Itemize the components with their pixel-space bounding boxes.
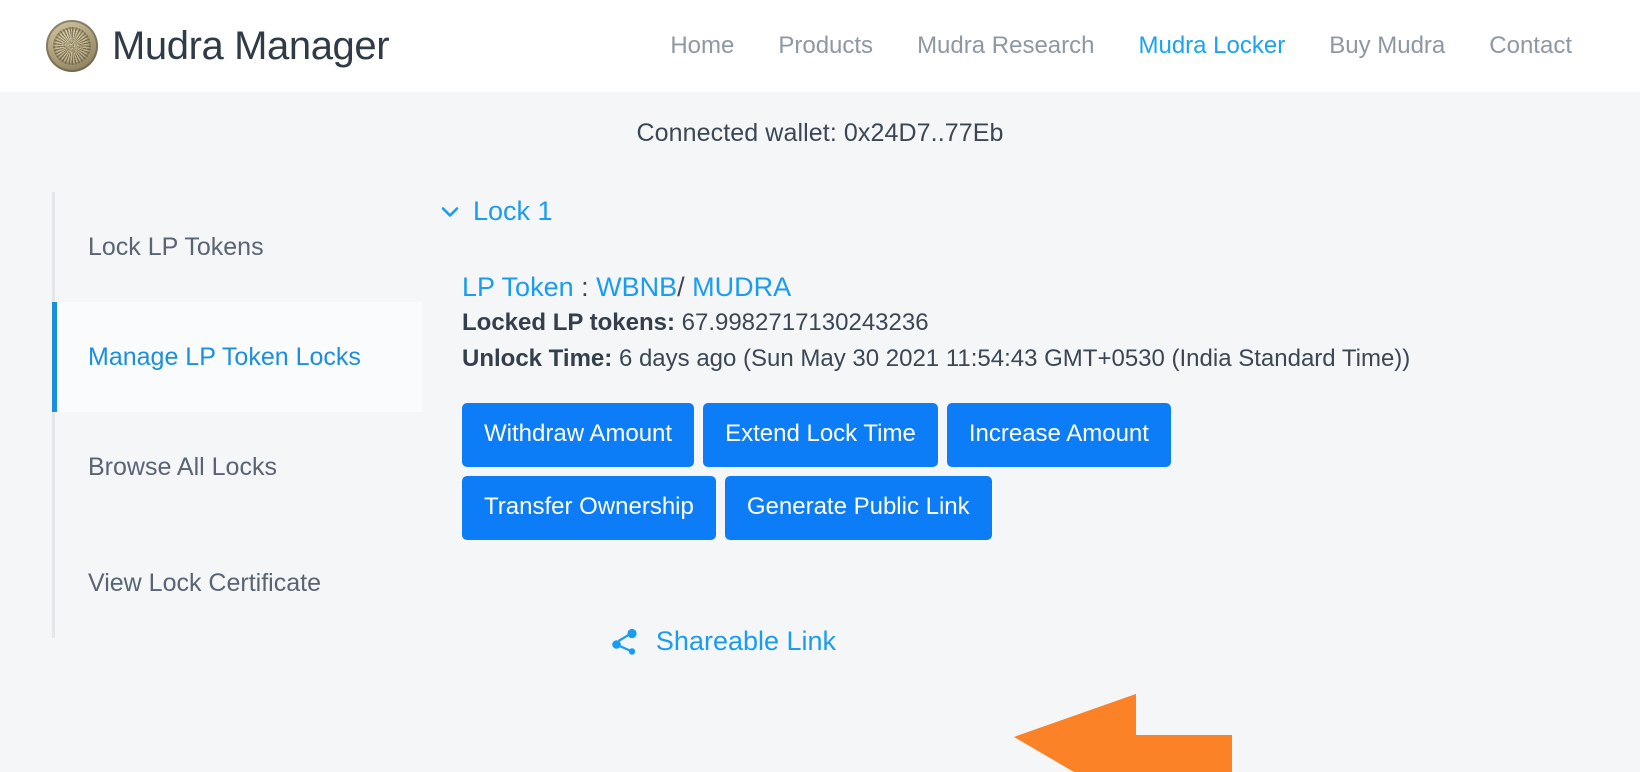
sidebar-item-manage-lp-token-locks[interactable]: Manage LP Token Locks <box>52 302 422 412</box>
lock-actions-row-secondary: Transfer Ownership Generate Public Link <box>462 475 1640 540</box>
lock-accordion-label: Lock 1 <box>473 196 553 226</box>
brand-title: Mudra Manager <box>112 23 390 68</box>
nav-item-mudra-research[interactable]: Mudra Research <box>917 32 1094 60</box>
main-navigation: Home Products Mudra Research Mudra Locke… <box>670 32 1600 60</box>
sidebar-item-view-lock-certificate[interactable]: View Lock Certificate <box>55 528 422 638</box>
shareable-link-row: Shareable Link <box>444 626 1004 657</box>
locked-lp-tokens-row: Locked LP tokens: 67.9982717130243236 <box>462 305 1640 341</box>
lp-token-label: LP Token <box>462 272 574 302</box>
unlock-time-value: 6 days ago (Sun May 30 2021 11:54:43 GMT… <box>618 344 1411 372</box>
sidebar: Lock LP Tokens Manage LP Token Locks Bro… <box>52 192 422 638</box>
sidebar-item-label: Manage LP Token Locks <box>88 342 361 371</box>
sidebar-item-browse-all-locks[interactable]: Browse All Locks <box>55 412 422 522</box>
lp-token-b-link[interactable]: MUDRA <box>692 272 791 302</box>
generate-public-link-button[interactable]: Generate Public Link <box>724 475 992 540</box>
nav-item-buy-mudra[interactable]: Buy Mudra <box>1329 32 1445 60</box>
site-header: Mudra Manager Home Products Mudra Resear… <box>0 0 1640 92</box>
locked-lp-tokens-label: Locked LP tokens: <box>462 309 675 337</box>
nav-item-home[interactable]: Home <box>670 32 734 60</box>
brand-logo-link[interactable]: Mudra Manager <box>46 20 390 72</box>
sidebar-item-label: Lock LP Tokens <box>88 232 264 261</box>
lock-body: LP Token : WBNB/ MUDRA Locked LP tokens:… <box>440 269 1640 657</box>
lp-token-colon: : <box>573 272 597 302</box>
nav-item-mudra-locker[interactable]: Mudra Locker <box>1138 32 1285 60</box>
lock-accordion-toggle[interactable]: Lock 1 <box>440 194 553 229</box>
transfer-ownership-button[interactable]: Transfer Ownership <box>462 475 716 540</box>
content-area: Lock LP Tokens Manage LP Token Locks Bro… <box>0 192 1640 657</box>
lock-detail-panel: Lock 1 LP Token : WBNB/ MUDRA Locked LP … <box>440 192 1640 657</box>
withdraw-amount-button[interactable]: Withdraw Amount <box>462 402 695 467</box>
shareable-link-label: Shareable Link <box>655 625 837 656</box>
increase-amount-button[interactable]: Increase Amount <box>946 402 1171 467</box>
connected-wallet-status: Connected wallet: 0x24D7..77Eb <box>636 119 1004 147</box>
left-pointing-arrow-icon <box>1014 690 1232 772</box>
shareable-link[interactable]: Shareable Link <box>612 626 836 657</box>
sidebar-item-lock-lp-tokens[interactable]: Lock LP Tokens <box>55 192 422 302</box>
lp-token-a-link[interactable]: WBNB <box>596 272 677 302</box>
sidebar-item-label: Browse All Locks <box>88 452 277 481</box>
lp-token-separator: / <box>677 272 693 302</box>
lp-token-pair: LP Token : WBNB/ MUDRA <box>462 269 1640 305</box>
locked-lp-tokens-value: 67.9982717130243236 <box>681 309 929 337</box>
sidebar-item-label: View Lock Certificate <box>88 568 321 597</box>
share-nodes-icon <box>612 627 638 655</box>
lock-actions-row-primary: Withdraw Amount Extend Lock Time Increas… <box>462 402 1640 467</box>
nav-item-products[interactable]: Products <box>778 32 873 60</box>
unlock-time-row: Unlock Time: 6 days ago (Sun May 30 2021… <box>462 341 1640 377</box>
extend-lock-time-button[interactable]: Extend Lock Time <box>703 402 938 467</box>
page-body: Connected wallet: 0x24D7..77Eb Lock LP T… <box>0 92 1640 772</box>
unlock-time-label: Unlock Time: <box>462 344 613 372</box>
chevron-down-icon <box>440 202 460 222</box>
mudra-coin-icon <box>46 20 98 72</box>
nav-item-contact[interactable]: Contact <box>1489 32 1572 60</box>
